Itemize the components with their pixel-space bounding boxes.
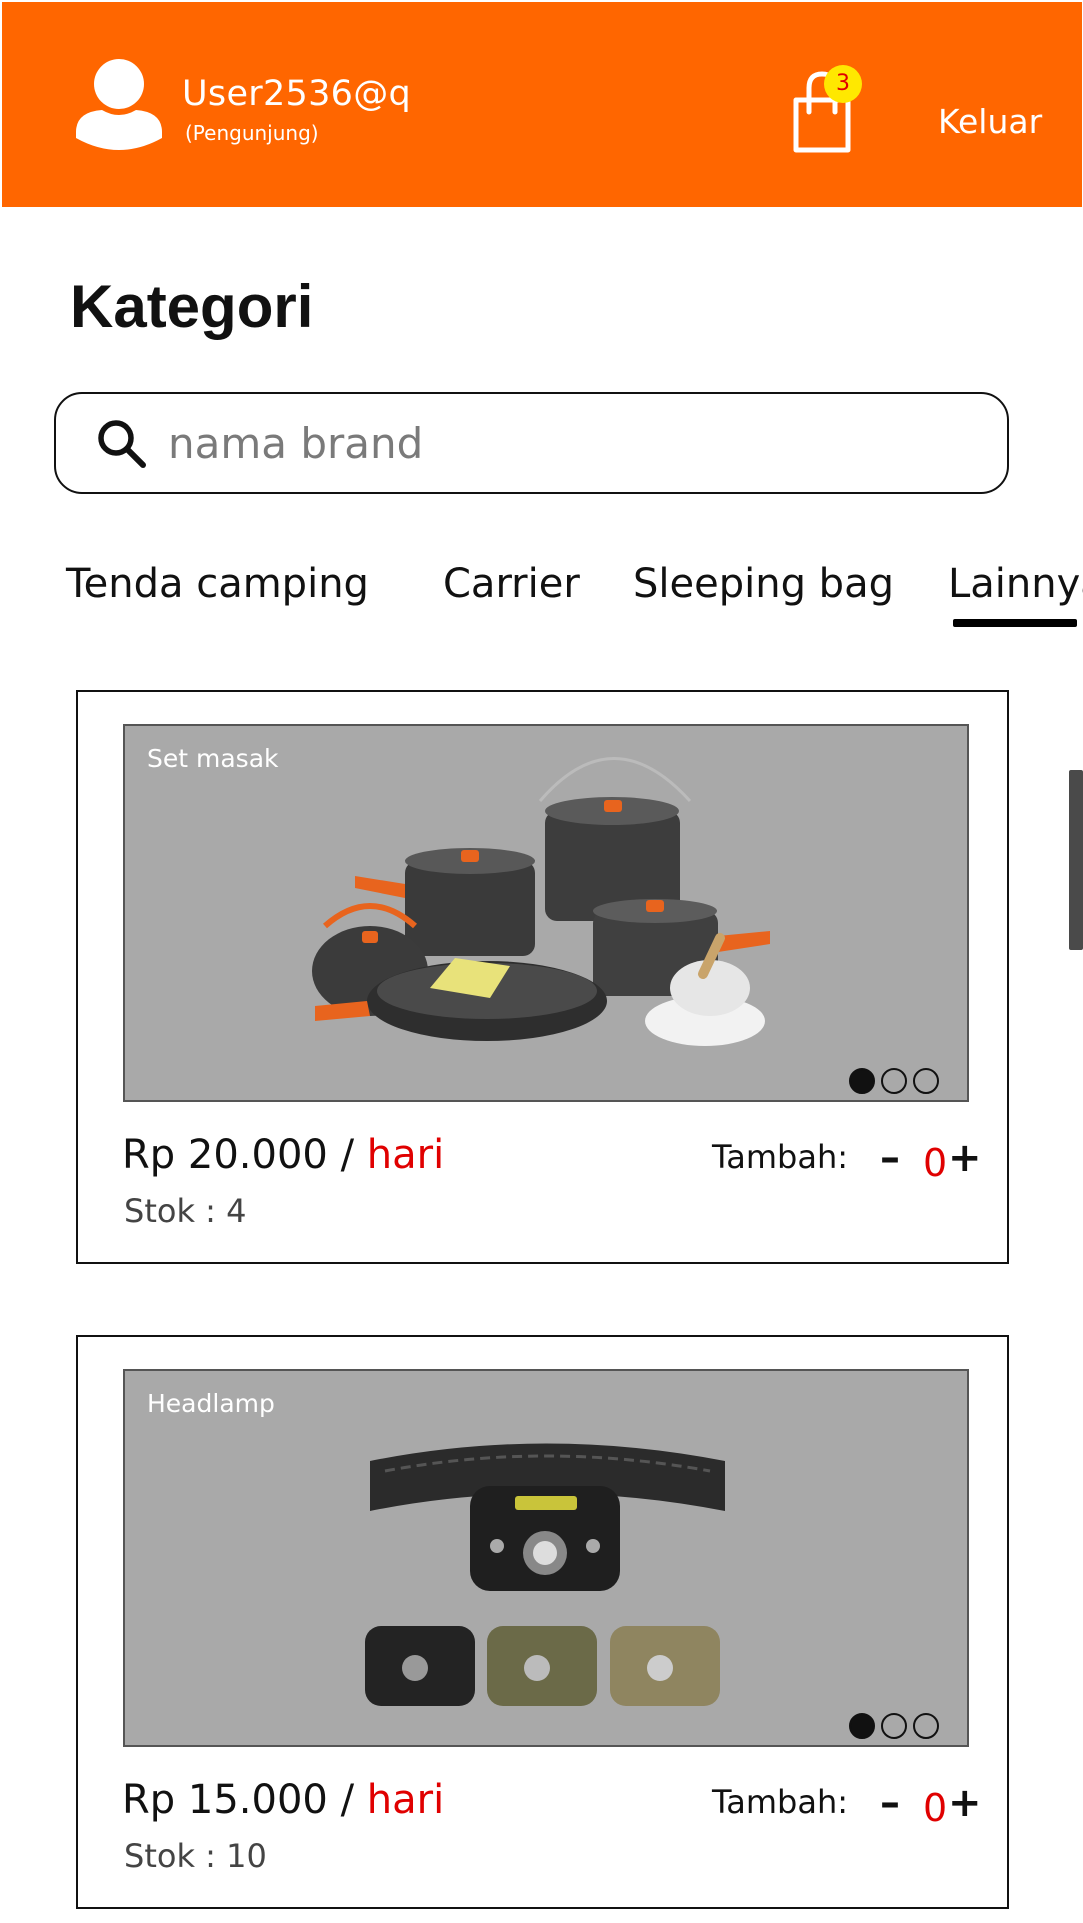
price-unit: hari: [366, 1132, 445, 1178]
logout-button[interactable]: Keluar: [938, 102, 1042, 141]
quantity-value: 0: [923, 1786, 948, 1830]
user-avatar-icon: [76, 59, 162, 150]
carousel-dot[interactable]: [881, 1713, 907, 1739]
carousel-dot[interactable]: [849, 1068, 875, 1094]
decrease-quantity-button[interactable]: –: [880, 1783, 900, 1823]
product-stock: Stok : 10: [124, 1837, 267, 1875]
carousel-dot[interactable]: [881, 1068, 907, 1094]
tab-lainnya[interactable]: Lainnya: [948, 561, 1083, 607]
price-amount: Rp 20.000 /: [122, 1132, 367, 1178]
product-image-carousel[interactable]: Headlamp: [123, 1369, 969, 1747]
category-tabs: Tenda camping Carrier Sleeping bag Lainn…: [0, 555, 1083, 635]
headlamp-icon: [365, 1443, 725, 1706]
cart-count-badge: 3: [824, 65, 862, 103]
carousel-dot[interactable]: [913, 1068, 939, 1094]
page-title: Kategori: [70, 273, 314, 340]
product-card[interactable]: Headlamp Rp 15.000 / hari Stok : 10 Tamb…: [76, 1335, 1009, 1909]
quantity-value: 0: [923, 1141, 948, 1185]
cookware-set-icon: [312, 757, 770, 1046]
increase-quantity-button[interactable]: +: [948, 1138, 982, 1178]
product-price: Rp 20.000 / hari: [122, 1132, 444, 1178]
carousel-dot[interactable]: [913, 1713, 939, 1739]
tab-sleeping-bag[interactable]: Sleeping bag: [633, 561, 894, 607]
user-role: (Pengunjung): [185, 121, 319, 145]
tab-carrier[interactable]: Carrier: [443, 561, 580, 607]
decrease-quantity-button[interactable]: –: [880, 1138, 900, 1178]
username: User2536@q: [182, 74, 412, 114]
search-icon: [98, 420, 146, 468]
search-bar: [54, 392, 1009, 494]
app-header: User2536@q (Pengunjung) 3 Keluar: [2, 2, 1082, 207]
product-image-carousel[interactable]: Set masak: [123, 724, 969, 1102]
tab-tenda-camping[interactable]: Tenda camping: [66, 561, 369, 607]
carousel-indicator: [849, 1713, 939, 1739]
price-unit: hari: [366, 1777, 445, 1823]
increase-quantity-button[interactable]: +: [948, 1783, 982, 1823]
carousel-indicator: [849, 1068, 939, 1094]
product-stock: Stok : 4: [124, 1192, 247, 1230]
add-label: Tambah:: [712, 1138, 849, 1176]
search-input[interactable]: [168, 412, 968, 474]
product-price: Rp 15.000 / hari: [122, 1777, 444, 1823]
scrollbar-thumb[interactable]: [1069, 770, 1083, 950]
add-label: Tambah:: [712, 1783, 849, 1821]
price-amount: Rp 15.000 /: [122, 1777, 367, 1823]
active-tab-indicator: [953, 619, 1077, 627]
carousel-dot[interactable]: [849, 1713, 875, 1739]
product-card[interactable]: Set masak Rp 20.000 / hari Stok: 4 Tamb…: [76, 690, 1009, 1264]
